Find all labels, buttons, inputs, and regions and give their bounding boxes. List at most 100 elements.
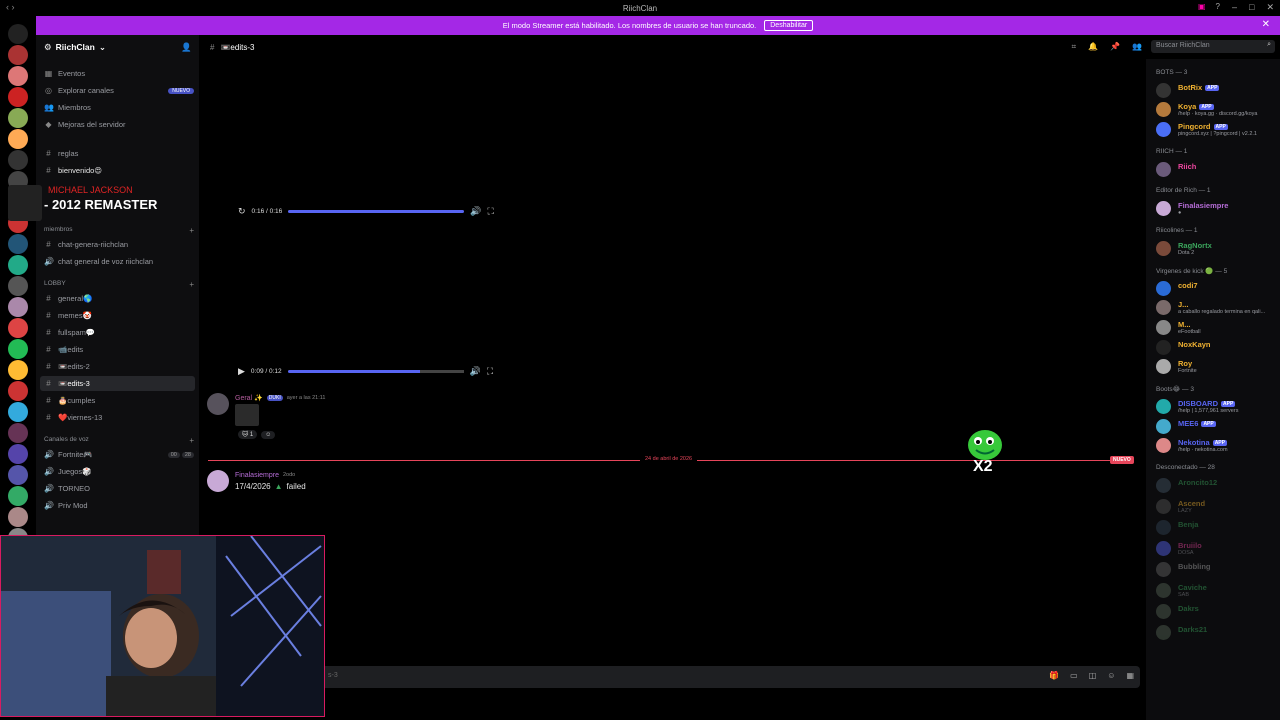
apps-icon[interactable]: ▦ [1126,671,1134,680]
server-icon[interactable] [8,255,28,275]
maximize-button[interactable]: □ [1249,2,1254,13]
add-member-icon[interactable]: 👤 [181,42,192,53]
help-icon[interactable]: ? [1216,2,1220,11]
video-player[interactable]: ▶ 0:09 / 0:12 🔊 ⛶ [238,366,493,377]
sidebar-channel[interactable]: ◎ Explorar canales NUEVO [44,83,194,98]
member-item[interactable]: J... a caballo regalado termina en qali..… [1156,300,1278,316]
fullscreen-icon[interactable]: ⛶ [488,206,494,217]
volume-icon[interactable]: 🔊 [470,366,481,377]
emoji-icon[interactable]: ☺ [1107,671,1115,680]
message-input[interactable]: s-3 🎁 ▭ ◫ ☺ ▦ [320,666,1140,688]
server-icon[interactable] [8,45,28,65]
member-item[interactable]: Nekotina APP/help · nekotina.com [1156,438,1278,454]
bell-icon[interactable]: 🔔 [1088,42,1098,52]
pin-icon[interactable]: 📌 [1110,42,1120,52]
fullscreen-icon[interactable]: ⛶ [487,366,493,377]
server-icon[interactable] [8,507,28,527]
sidebar-channel[interactable]: ◆ Mejoras del servidor [44,117,194,132]
server-icon[interactable] [8,108,28,128]
member-item[interactable]: RagNortx Dota 2 [1156,241,1278,257]
reaction[interactable]: 🐱 1 [238,430,258,439]
member-item[interactable]: Darks21 [1156,625,1278,641]
server-icon[interactable] [8,444,28,464]
member-item[interactable]: M... eFootball [1156,320,1278,336]
sidebar-channel[interactable]: # 🎂cumples [44,393,194,408]
sidebar-channel[interactable]: # memes🤡 [44,308,194,323]
channel-category[interactable]: LOBBY + [44,280,194,289]
sidebar-channel[interactable]: # chat-genera-riichclan [44,237,194,252]
sidebar-channel[interactable]: # bienvenido😍 [44,163,194,178]
sidebar-channel[interactable]: 🔊 Fortnite🎮 00 28 [44,447,194,462]
server-icon[interactable] [8,465,28,485]
sidebar-channel[interactable]: # 📼edits-3 [40,376,195,391]
server-icon[interactable] [8,339,28,359]
server-icon[interactable] [8,129,28,149]
server-icon[interactable] [8,381,28,401]
sidebar-channel[interactable]: 🔊 Priv Mod [44,498,194,513]
server-icon[interactable] [8,276,28,296]
minimize-button[interactable]: – [1232,2,1237,13]
server-icon[interactable] [8,150,28,170]
member-item[interactable]: Finalasiempre ● [1156,201,1278,217]
close-window-button[interactable]: ✕ [1266,2,1274,13]
message-author[interactable]: Geral ✨ [235,394,263,402]
server-icon[interactable] [8,87,28,107]
add-reaction-icon[interactable]: ☺ [261,430,276,439]
disable-streamer-button[interactable]: Deshabilitar [764,20,814,31]
volume-icon[interactable]: 🔊 [470,206,481,217]
member-item[interactable]: Caviche SAB [1156,583,1278,599]
member-item[interactable]: Pingcord APP pingcord.xyz | ?pingcord | v2… [1156,122,1278,138]
server-header[interactable]: ⚙ RiichClan ⌄ 👤 [44,40,194,54]
server-icon[interactable] [8,66,28,86]
members-toggle-icon[interactable]: 👥 [1132,42,1142,52]
sidebar-channel[interactable]: 🔊 Juegos🎲 [44,464,194,479]
server-icon[interactable] [8,24,28,44]
sidebar-channel[interactable]: 👥 Miembros [44,100,194,115]
inbox-icon[interactable]: ▣ [1198,2,1206,11]
search-input[interactable]: Buscar RiichClan ⌕ [1151,40,1275,53]
member-item[interactable]: BotRix APP [1156,83,1278,99]
sidebar-channel[interactable]: # fullspam💬 [44,325,194,340]
sidebar-channel[interactable]: # ❤️viernes-13 [44,410,194,425]
sidebar-channel[interactable]: # reglas [44,146,194,161]
sidebar-channel[interactable]: 🔊 TORNEO [44,481,194,496]
member-item[interactable]: Koya APP/help · koya.gg · discord.gg/koya [1156,102,1278,118]
member-item[interactable]: Riich [1156,162,1278,178]
member-item[interactable]: MEE6 APP [1156,419,1278,435]
server-icon[interactable] [8,402,28,422]
server-icon[interactable] [8,486,28,506]
avatar[interactable] [207,393,229,415]
add-channel-icon[interactable]: + [189,436,194,445]
video-player[interactable]: ↻ 0:16 / 0:16 🔊 ⛶ [238,206,494,217]
close-icon[interactable]: ✕ [1262,19,1270,30]
member-item[interactable]: Benja [1156,520,1278,536]
sticker-icon[interactable]: ◫ [1089,671,1097,680]
nav-arrows-icon[interactable]: ‹ › [6,2,15,12]
avatar[interactable] [207,470,229,492]
sidebar-channel[interactable]: 🔊 chat general de voz riichclan [44,254,194,269]
channel-category[interactable]: Canales de voz + [44,436,194,445]
member-item[interactable]: Bubbling [1156,562,1278,578]
replay-icon[interactable]: ↻ [238,206,246,217]
gif-icon[interactable]: ▭ [1070,671,1078,680]
sidebar-channel[interactable]: # 📹edits [44,342,194,357]
message-author[interactable]: Finalasiempre [235,472,279,479]
gift-icon[interactable]: 🎁 [1049,671,1059,680]
member-item[interactable]: NoxKayn [1156,340,1278,356]
progress-bar[interactable] [287,370,464,373]
threads-icon[interactable]: ⌗ [1072,42,1077,52]
sidebar-channel[interactable]: # 📼edits-2 [44,359,194,374]
member-item[interactable]: Roy Fortnite [1156,359,1278,375]
progress-bar[interactable] [288,210,465,213]
member-item[interactable]: codi7 [1156,281,1278,297]
server-icon[interactable] [8,318,28,338]
member-item[interactable]: DISBOARD APP/help | 1,577,961 servers [1156,399,1278,415]
server-icon[interactable] [8,360,28,380]
server-icon[interactable] [8,297,28,317]
sidebar-channel[interactable]: ▦ Eventos [44,66,194,81]
server-icon[interactable] [8,234,28,254]
sidebar-channel[interactable]: # general🌎 [44,291,194,306]
member-item[interactable]: Ascend LAZY [1156,499,1278,515]
add-channel-icon[interactable]: + [189,226,194,235]
member-item[interactable]: Bruiilo DOSA [1156,541,1278,557]
